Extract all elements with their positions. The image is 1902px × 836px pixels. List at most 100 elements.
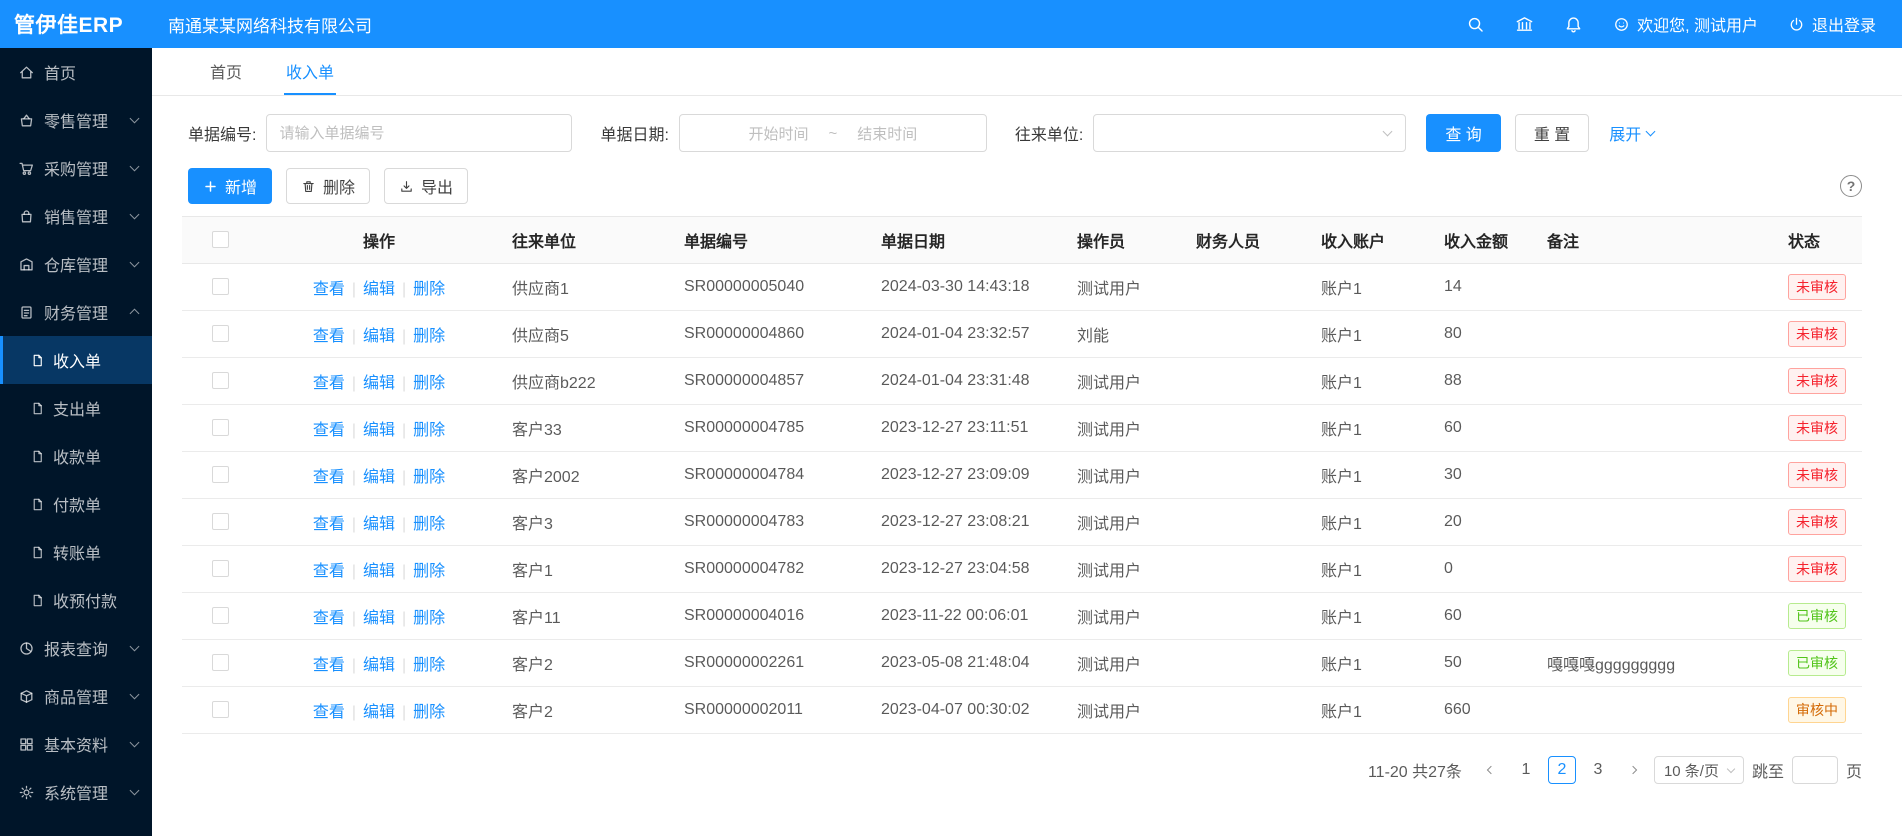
search-button[interactable]: 查 询 <box>1426 114 1500 152</box>
cell-bill-date: 2023-12-27 23:09:09 <box>869 452 1065 499</box>
reset-button[interactable]: 重 置 <box>1515 114 1589 152</box>
date-range-input[interactable]: 开始时间 ~ 结束时间 <box>679 114 987 152</box>
row-action-delete[interactable]: 删除 <box>413 610 445 627</box>
table-row: 查看|编辑|删除 客户1 SR00000004782 2023-12-27 23… <box>182 546 1862 593</box>
row-checkbox[interactable] <box>212 325 229 342</box>
row-checkbox[interactable] <box>212 560 229 577</box>
cell-bill-date: 2024-01-04 23:32:57 <box>869 311 1065 358</box>
row-action-view[interactable]: 查看 <box>313 563 345 580</box>
bill-no-input[interactable] <box>266 114 572 152</box>
row-action-delete[interactable]: 删除 <box>413 563 445 580</box>
row-action-view[interactable]: 查看 <box>313 328 345 345</box>
row-checkbox[interactable] <box>212 372 229 389</box>
sidebar-item-basedata[interactable]: 基本资料 <box>0 720 152 768</box>
bank-icon[interactable] <box>1515 15 1534 34</box>
row-action-view[interactable]: 查看 <box>313 281 345 298</box>
action-separator: | <box>352 422 356 439</box>
welcome-user[interactable]: 欢迎您, 测试用户 <box>1613 12 1758 36</box>
sidebar-item-goods[interactable]: 商品管理 <box>0 672 152 720</box>
sidebar-item-sales[interactable]: 销售管理 <box>0 192 152 240</box>
page-button-2[interactable]: 2 <box>1548 756 1576 784</box>
row-action-edit[interactable]: 编辑 <box>363 422 395 439</box>
bell-icon[interactable] <box>1564 15 1583 34</box>
sidebar-item-purchase[interactable]: 采购管理 <box>0 144 152 192</box>
row-action-edit[interactable]: 编辑 <box>363 516 395 533</box>
table-row: 查看|编辑|删除 客户33 SR00000004785 2023-12-27 2… <box>182 405 1862 452</box>
row-action-edit[interactable]: 编辑 <box>363 657 395 674</box>
status-badge: 未审核 <box>1788 368 1846 394</box>
partner-select[interactable] <box>1093 114 1406 152</box>
page-button-3[interactable]: 3 <box>1584 756 1612 784</box>
row-action-delete[interactable]: 删除 <box>413 516 445 533</box>
tab-income-bill[interactable]: 收入单 <box>284 48 336 95</box>
sidebar-item-payment-bill[interactable]: 付款单 <box>0 480 152 528</box>
row-action-edit[interactable]: 编辑 <box>363 328 395 345</box>
row-checkbox[interactable] <box>212 607 229 624</box>
row-checkbox[interactable] <box>212 513 229 530</box>
row-action-view[interactable]: 查看 <box>313 469 345 486</box>
help-button[interactable]: ? <box>1840 175 1862 197</box>
row-action-edit[interactable]: 编辑 <box>363 563 395 580</box>
action-separator: | <box>402 657 406 674</box>
logout-button[interactable]: 退出登录 <box>1788 12 1876 36</box>
row-action-delete[interactable]: 删除 <box>413 328 445 345</box>
row-checkbox[interactable] <box>212 419 229 436</box>
prev-page-button[interactable] <box>1478 756 1504 784</box>
add-button[interactable]: 新增 <box>188 168 272 204</box>
sidebar-item-retail[interactable]: 零售管理 <box>0 96 152 144</box>
jump-input[interactable] <box>1792 756 1838 784</box>
row-action-view[interactable]: 查看 <box>313 704 345 721</box>
row-action-edit[interactable]: 编辑 <box>363 281 395 298</box>
cell-finance-staff <box>1184 687 1309 734</box>
select-all-checkbox[interactable] <box>212 231 229 248</box>
cell-bill-no: SR00000005040 <box>672 264 869 311</box>
export-button-label: 导出 <box>421 174 453 198</box>
row-checkbox[interactable] <box>212 466 229 483</box>
row-action-delete[interactable]: 删除 <box>413 422 445 439</box>
sidebar-item-expense-bill[interactable]: 支出单 <box>0 384 152 432</box>
search-icon[interactable] <box>1466 15 1485 34</box>
row-checkbox[interactable] <box>212 654 229 671</box>
row-action-view[interactable]: 查看 <box>313 422 345 439</box>
row-action-view[interactable]: 查看 <box>313 375 345 392</box>
tab-home[interactable]: 首页 <box>208 48 244 95</box>
export-button[interactable]: 导出 <box>384 168 468 204</box>
sidebar-item-receipt-bill[interactable]: 收款单 <box>0 432 152 480</box>
cell-remark: 嘎嘎嘎ggggggggg <box>1535 640 1782 687</box>
row-action-edit[interactable]: 编辑 <box>363 610 395 627</box>
row-action-delete[interactable]: 删除 <box>413 281 445 298</box>
row-action-delete[interactable]: 删除 <box>413 657 445 674</box>
row-action-delete[interactable]: 删除 <box>413 469 445 486</box>
row-action-delete[interactable]: 删除 <box>413 704 445 721</box>
row-action-delete[interactable]: 删除 <box>413 375 445 392</box>
row-action-view[interactable]: 查看 <box>313 516 345 533</box>
row-action-edit[interactable]: 编辑 <box>363 469 395 486</box>
sidebar-item-home[interactable]: 首页 <box>0 48 152 96</box>
chevron-icon <box>130 258 140 268</box>
row-action-edit[interactable]: 编辑 <box>363 704 395 721</box>
cell-partner: 供应商b222 <box>500 358 672 405</box>
row-checkbox[interactable] <box>212 278 229 295</box>
cell-bill-date: 2024-03-30 14:43:18 <box>869 264 1065 311</box>
row-action-view[interactable]: 查看 <box>313 657 345 674</box>
sidebar-item-prepaid-bill[interactable]: 收预付款 <box>0 576 152 624</box>
sidebar-item-warehouse[interactable]: 仓库管理 <box>0 240 152 288</box>
company-name: 南通某某网络科技有限公司 <box>168 12 372 37</box>
row-checkbox[interactable] <box>212 701 229 718</box>
status-badge: 未审核 <box>1788 274 1846 300</box>
cell-status: 审核中 <box>1782 687 1862 734</box>
sidebar-item-income-bill[interactable]: 收入单 <box>0 336 152 384</box>
sidebar-item-finance[interactable]: 财务管理 <box>0 288 152 336</box>
expand-link[interactable]: 展开 <box>1609 121 1654 145</box>
row-action-edit[interactable]: 编辑 <box>363 375 395 392</box>
sidebar-item-report[interactable]: 报表查询 <box>0 624 152 672</box>
smile-icon <box>1613 16 1630 33</box>
next-page-button[interactable] <box>1620 756 1646 784</box>
sidebar-item-system[interactable]: 系统管理 <box>0 768 152 816</box>
page-size-select[interactable]: 10 条/页 <box>1654 756 1744 784</box>
page-button-1[interactable]: 1 <box>1512 756 1540 784</box>
cell-finance-staff <box>1184 546 1309 593</box>
row-action-view[interactable]: 查看 <box>313 610 345 627</box>
delete-button[interactable]: 删除 <box>286 168 370 204</box>
sidebar-item-transfer-bill[interactable]: 转账单 <box>0 528 152 576</box>
